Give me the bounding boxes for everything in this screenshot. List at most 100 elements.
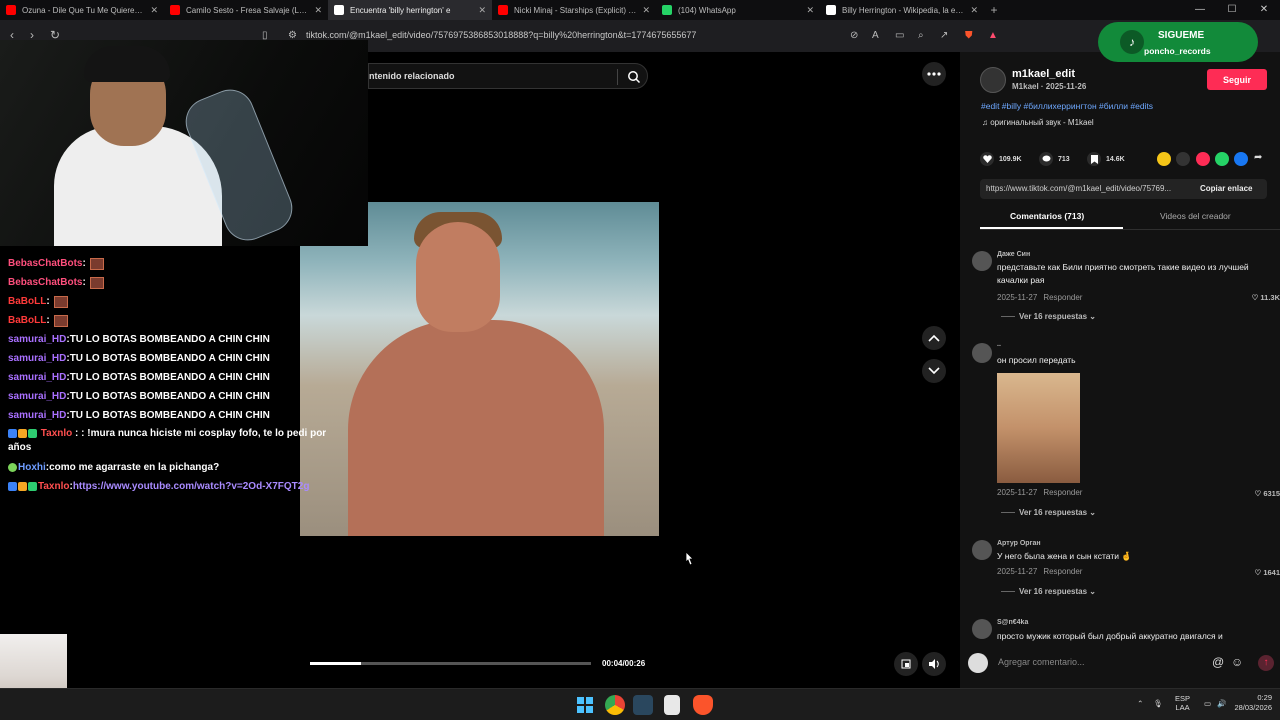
send-icon[interactable]	[1196, 152, 1210, 166]
search-icon[interactable]	[627, 70, 641, 84]
mention-icon[interactable]: @	[1212, 655, 1224, 669]
reply-button[interactable]: Responder	[1043, 488, 1082, 497]
chat-username[interactable]: samurai_HD	[8, 391, 66, 402]
windows-start-icon[interactable]	[575, 695, 595, 715]
share-arrow-icon[interactable]: ➦	[1254, 152, 1262, 163]
close-window-icon[interactable]: ✕	[1248, 0, 1280, 20]
translate-icon[interactable]: A	[872, 30, 879, 41]
comment-avatar[interactable]	[972, 619, 992, 639]
tab-creator-videos[interactable]: Videos del creador	[1160, 211, 1231, 221]
facebook-share-icon[interactable]	[1234, 152, 1248, 166]
chat-username[interactable]: BebasChatBots	[8, 277, 82, 288]
comment-like[interactable]: ♡ 1641	[1255, 568, 1280, 577]
notes-icon[interactable]	[664, 695, 680, 715]
chat-username[interactable]: BaBoLL	[8, 296, 46, 307]
view-replies-button[interactable]: Ver 16 respuestas ⌄	[1001, 312, 1096, 321]
volume-icon[interactable]	[922, 652, 946, 676]
microphone-icon[interactable]: 🎙	[1153, 699, 1163, 708]
related-search-bar[interactable]: ntenido relacionado	[368, 63, 648, 89]
like-stat[interactable]: 109.9K	[980, 152, 1022, 166]
speaker-icon[interactable]: 🔊	[1217, 699, 1226, 708]
zoom-icon[interactable]: ⌕	[918, 30, 924, 41]
chat-link[interactable]: https://www.youtube.com/watch?v=2Od-X7FQ…	[73, 481, 310, 492]
chrome-icon[interactable]	[605, 695, 625, 715]
brave-shield-icon[interactable]: ⛊	[965, 30, 973, 41]
comment-author[interactable]: Артур Орган	[997, 540, 1041, 547]
comment-avatar[interactable]	[972, 540, 992, 560]
comment-avatar[interactable]	[972, 251, 992, 271]
post-sound[interactable]: ♫ оригинальный звук - M1kael	[982, 118, 1094, 127]
clock[interactable]: 0:29 28/03/2026	[1234, 693, 1272, 713]
comment-image[interactable]	[997, 373, 1080, 483]
comment-author[interactable]: Даже Син	[997, 251, 1030, 258]
pip-icon[interactable]	[894, 652, 918, 676]
creator-avatar[interactable]	[980, 67, 1006, 93]
comment-like[interactable]: ♡ 6315	[1255, 489, 1280, 498]
follow-button[interactable]: Seguir	[1207, 69, 1267, 90]
emoji-icon[interactable]: ☺	[1231, 655, 1243, 669]
chat-username[interactable]: Taxnlo	[38, 481, 69, 492]
chat-username[interactable]: BaBoLL	[8, 315, 46, 326]
chat-username[interactable]: samurai_HD	[8, 410, 66, 421]
comment-stat[interactable]: 713	[1039, 152, 1070, 166]
browser-tab[interactable]: Billy Herrington - Wikipedia, la encicl ✕	[820, 0, 984, 20]
send-comment-icon[interactable]: ↑	[1258, 655, 1274, 671]
minimize-icon[interactable]: —	[1184, 0, 1216, 20]
chat-text: TU LO BOTAS BOMBEANDO A CHIN CHIN	[69, 353, 270, 364]
chat-username[interactable]: BebasChatBots	[8, 258, 82, 269]
close-tab-icon[interactable]: ✕	[806, 5, 814, 16]
comment-author[interactable]: S@n€4ka	[997, 619, 1028, 626]
coin-icon[interactable]	[1157, 152, 1171, 166]
video-frame[interactable]	[300, 202, 659, 536]
creator-username[interactable]: m1kael_edit	[1012, 68, 1075, 80]
browser-tab[interactable]: Nicki Minaj - Starships (Explicit) (Offi…	[492, 0, 656, 20]
cast-icon[interactable]: ▭	[895, 30, 904, 41]
chat-username[interactable]: samurai_HD	[8, 353, 66, 364]
chat-username[interactable]: samurai_HD	[8, 334, 66, 345]
embed-icon[interactable]	[1176, 152, 1190, 166]
chat-text: como me agarraste en la pichanga?	[49, 462, 220, 473]
tracking-icon[interactable]: ⊘	[850, 30, 858, 41]
save-stat[interactable]: 14.6K	[1087, 152, 1125, 166]
comment-input[interactable]: Agregar comentario...	[998, 657, 1085, 667]
whatsapp-share-icon[interactable]	[1215, 152, 1229, 166]
network-icon[interactable]: ▭	[1204, 699, 1211, 708]
close-tab-icon[interactable]: ✕	[314, 5, 322, 16]
language-indicator[interactable]: ESP LAA	[1175, 694, 1190, 712]
reply-button[interactable]: Responder	[1043, 293, 1082, 302]
browser-tab[interactable]: Ozuna - Dile Que Tu Me Quieres (Au ✕	[0, 0, 164, 20]
close-tab-icon[interactable]: ✕	[642, 5, 650, 16]
chat-message: samurai_HD : TU LO BOTAS BOMBEANDO A CHI…	[8, 406, 328, 425]
steam-icon[interactable]	[633, 695, 653, 715]
brave-rewards-icon[interactable]: ▲	[988, 30, 998, 41]
close-tab-icon[interactable]: ✕	[970, 5, 978, 16]
new-tab-button[interactable]: +	[984, 0, 1004, 20]
tab-title: (104) WhatsApp	[678, 5, 736, 15]
comment-like[interactable]: ♡ 11.3K	[1252, 293, 1280, 302]
tab-comments[interactable]: Comentarios (713)	[1010, 211, 1084, 221]
maximize-icon[interactable]: ☐	[1216, 0, 1248, 20]
next-video-icon[interactable]	[922, 359, 946, 383]
video-progress-bar[interactable]	[310, 662, 591, 665]
copy-link-button[interactable]: Copiar enlace	[1200, 184, 1252, 193]
chat-username[interactable]: Hoxhi	[18, 462, 46, 473]
chat-username[interactable]: samurai_HD	[8, 372, 66, 383]
chat-username[interactable]: Taxnlo	[41, 428, 72, 439]
close-tab-icon[interactable]: ✕	[478, 5, 486, 16]
post-hashtags[interactable]: #edit #billy #биллихеррингтон #билли #ed…	[981, 101, 1153, 111]
browser-tab[interactable]: (104) WhatsApp ✕	[656, 0, 820, 20]
more-options-icon[interactable]	[922, 62, 946, 86]
tray-chevron-icon[interactable]: ⌃	[1137, 699, 1143, 708]
close-tab-icon[interactable]: ✕	[150, 5, 158, 16]
comment-avatar[interactable]	[972, 343, 992, 363]
brave-icon[interactable]	[693, 695, 713, 715]
share-page-icon[interactable]: ↗	[940, 30, 948, 41]
browser-tab[interactable]: Encuentra 'billy herrington' e ✕	[328, 0, 492, 20]
view-replies-button[interactable]: Ver 16 respuestas ⌄	[1001, 587, 1096, 596]
comment-author[interactable]: ..	[997, 341, 1001, 348]
reply-button[interactable]: Responder	[1043, 567, 1082, 576]
previous-video-icon[interactable]	[922, 326, 946, 350]
url-input[interactable]: tiktok.com/@m1kael_edit/video/7576975386…	[306, 30, 696, 40]
browser-tab[interactable]: Camilo Sesto - Fresa Salvaje (Luces E ✕	[164, 0, 328, 20]
view-replies-button[interactable]: Ver 16 respuestas ⌄	[1001, 508, 1096, 517]
